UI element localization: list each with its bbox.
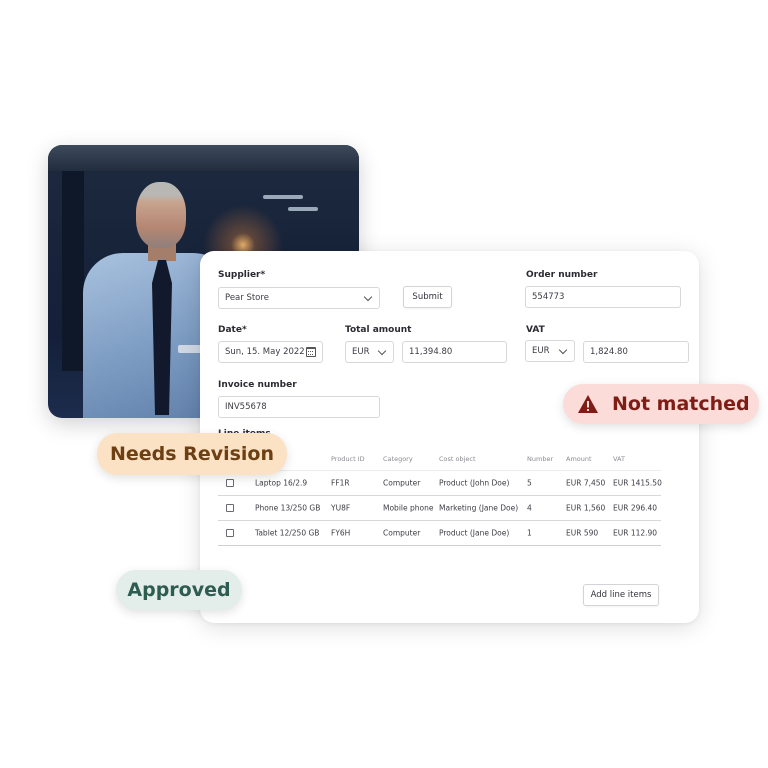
- header-cost-object: Cost object: [439, 454, 476, 463]
- header-vat: VAT: [613, 454, 625, 463]
- approved-label: Approved: [127, 579, 231, 601]
- supplier-select[interactable]: Pear Store: [218, 287, 380, 309]
- cell-product-id: FF1R: [331, 478, 350, 488]
- not-matched-badge: Not matched: [563, 384, 759, 424]
- approved-badge: Approved: [116, 570, 242, 610]
- cell-name: Phone 13/250 GB: [255, 503, 321, 513]
- header-number: Number: [527, 454, 554, 463]
- cell-number: 5: [527, 478, 532, 488]
- vat-amount-value: 1,824.80: [590, 347, 628, 357]
- supplier-label: Supplier*: [218, 270, 266, 280]
- header-product-id: Product ID: [331, 454, 365, 463]
- total-amount-input[interactable]: 11,394.80: [402, 341, 507, 363]
- vat-amount-input[interactable]: 1,824.80: [583, 341, 689, 363]
- chevron-down-icon: [377, 346, 387, 355]
- cell-vat: EUR 1415.50: [613, 478, 662, 488]
- row-checkbox[interactable]: [226, 504, 234, 512]
- invoice-number-label: Invoice number: [218, 380, 297, 390]
- table-row: Laptop 16/2.9 FF1R Computer Product (Joh…: [218, 471, 662, 496]
- chevron-down-icon: [558, 345, 568, 354]
- header-amount: Amount: [566, 454, 592, 463]
- total-amount-label: Total amount: [345, 325, 412, 335]
- vat-currency-select[interactable]: EUR: [525, 340, 575, 362]
- cell-vat: EUR 112.90: [613, 528, 658, 538]
- cell-amount: EUR 7,450: [566, 478, 606, 488]
- cell-category: Computer: [383, 528, 421, 538]
- not-matched-label: Not matched: [612, 393, 750, 415]
- row-checkbox[interactable]: [226, 479, 234, 487]
- cell-amount: EUR 1,560: [566, 503, 606, 513]
- cell-category: Computer: [383, 478, 421, 488]
- date-input[interactable]: Sun, 15. May 2022: [218, 341, 323, 363]
- photo-lamp: [263, 195, 303, 199]
- vat-currency-value: EUR: [532, 346, 550, 356]
- cell-name: Tablet 12/250 GB: [255, 528, 320, 538]
- photo-ceiling: [48, 145, 359, 171]
- table-row: Phone 13/250 GB YU8F Mobile phone Market…: [218, 496, 661, 521]
- cell-vat: EUR 296.40: [613, 503, 658, 513]
- cell-category: Mobile phone: [383, 503, 434, 513]
- invoice-number-input[interactable]: INV55678: [218, 396, 380, 418]
- add-line-items-button[interactable]: Add line items: [583, 584, 659, 606]
- supplier-value: Pear Store: [225, 293, 269, 303]
- chevron-down-icon: [363, 292, 373, 301]
- cell-cost-object: Product (John Doe): [439, 478, 510, 488]
- cell-cost-object: Marketing (Jane Doe): [439, 503, 519, 513]
- order-number-label: Order number: [526, 270, 598, 280]
- photo-person-head: [136, 182, 186, 248]
- warning-icon: [577, 394, 599, 414]
- cell-name: Laptop 16/2.9: [255, 478, 308, 488]
- cell-product-id: YU8F: [331, 503, 351, 513]
- header-category: Category: [383, 454, 413, 463]
- cell-cost-object: Product (Jane Doe): [439, 528, 510, 538]
- submit-button[interactable]: Submit: [403, 286, 452, 308]
- calendar-icon[interactable]: [306, 347, 316, 357]
- order-number-value: 554773: [532, 292, 565, 302]
- needs-revision-badge: Needs Revision: [97, 433, 287, 475]
- total-amount-value: 11,394.80: [409, 347, 453, 357]
- row-checkbox[interactable]: [226, 529, 234, 537]
- order-number-input[interactable]: 554773: [525, 286, 681, 308]
- total-currency-value: EUR: [352, 347, 370, 357]
- cell-number: 4: [527, 503, 532, 513]
- table-row: Tablet 12/250 GB FY6H Computer Product (…: [218, 521, 661, 546]
- date-label: Date*: [218, 325, 247, 335]
- vat-label: VAT: [526, 325, 545, 335]
- photo-person-tie: [152, 260, 172, 415]
- needs-revision-label: Needs Revision: [109, 443, 274, 465]
- photo-lamp: [288, 207, 318, 211]
- cell-product-id: FY6H: [331, 528, 351, 538]
- cell-number: 1: [527, 528, 532, 538]
- invoice-number-value: INV55678: [225, 402, 267, 412]
- total-currency-select[interactable]: EUR: [345, 341, 394, 363]
- cell-amount: EUR 590: [566, 528, 599, 538]
- date-value: Sun, 15. May 2022: [225, 347, 305, 357]
- photo-pillar: [62, 171, 84, 371]
